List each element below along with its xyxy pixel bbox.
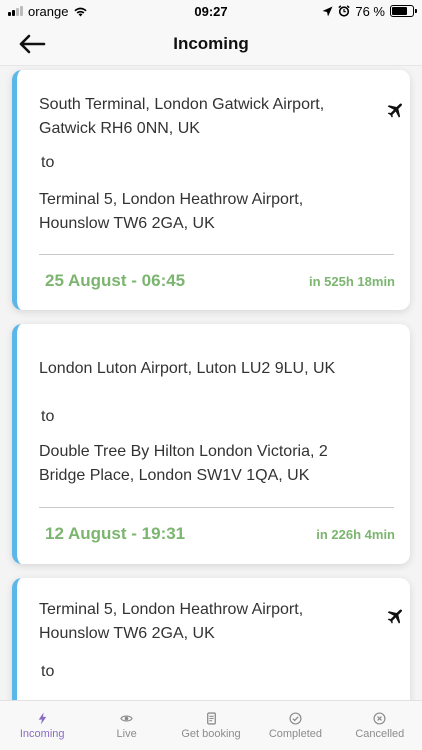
status-right: 76 % <box>322 3 417 19</box>
airplane-icon <box>387 103 402 118</box>
location-arrow-icon <box>322 6 333 16</box>
time-until-pickup: in 525h 18min <box>309 274 395 289</box>
tab-label: Live <box>116 727 137 740</box>
back-button[interactable] <box>18 30 48 58</box>
trip-card[interactable]: London Luton Airport, Luton LU2 9LU, UK … <box>12 324 410 564</box>
signal-icon <box>8 6 23 16</box>
tab-live[interactable]: Live <box>84 701 168 750</box>
trip-card[interactable]: South Terminal, London Gatwick Airport, … <box>12 70 410 310</box>
airplane-icon <box>387 609 402 624</box>
battery-percent: 76 % <box>355 3 385 19</box>
tab-label: Cancelled <box>355 727 405 740</box>
to-label: to <box>41 663 55 680</box>
time-until-pickup: in 226h 4min <box>316 527 395 542</box>
x-circle-icon <box>373 711 386 725</box>
to-label: to <box>41 408 55 425</box>
status-time: 09:27 <box>194 3 228 19</box>
carrier-label: orange <box>28 3 69 19</box>
eye-icon <box>120 714 133 722</box>
page-title: Incoming <box>173 33 249 53</box>
divider <box>39 254 394 255</box>
alarm-icon <box>338 5 351 17</box>
trip-card[interactable]: Terminal 5, London Heathrow Airport, Hou… <box>12 578 410 700</box>
status-bar: orange 09:27 76 % <box>0 0 422 22</box>
tab-incoming[interactable]: Incoming <box>0 701 84 750</box>
back-arrow-icon <box>19 34 46 54</box>
pickup-address: London Luton Airport, Luton LU2 9LU, UK <box>39 360 336 377</box>
to-label: to <box>41 154 55 171</box>
tab-completed[interactable]: Completed <box>253 701 337 750</box>
dropoff-address: Terminal 5, London Heathrow Airport, Hou… <box>39 191 304 232</box>
pickup-datetime: 12 August - 19:31 <box>45 524 186 543</box>
check-circle-icon <box>289 711 302 725</box>
pickup-datetime: 25 August - 06:45 <box>45 271 186 290</box>
pickup-address: South Terminal, London Gatwick Airport, … <box>39 96 325 137</box>
tab-label: Incoming <box>19 727 65 740</box>
battery-level <box>392 7 408 15</box>
tab-cancelled[interactable]: Cancelled <box>338 701 422 750</box>
lightning-icon <box>38 712 46 724</box>
tab-label: Get booking <box>181 727 241 740</box>
divider <box>39 507 394 508</box>
status-left: orange <box>8 4 88 19</box>
tab-bar: Incoming Live Get booking Completed Canc… <box>0 700 422 750</box>
pickup-address: Terminal 5, London Heathrow Airport, Hou… <box>39 601 304 642</box>
tab-get-booking[interactable]: Get booking <box>169 701 253 750</box>
receipt-icon <box>206 711 216 725</box>
tab-label: Completed <box>268 727 323 740</box>
battery-icon <box>390 5 417 17</box>
app-header: Incoming <box>0 22 422 66</box>
trip-list: South Terminal, London Gatwick Airport, … <box>0 66 422 700</box>
dropoff-address: Double Tree By Hilton London Victoria, 2… <box>39 443 328 484</box>
wifi-icon <box>74 7 88 16</box>
